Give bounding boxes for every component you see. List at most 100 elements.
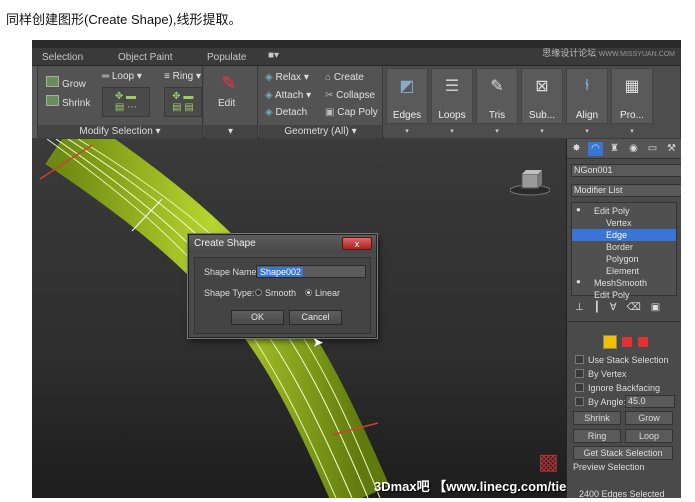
cap-poly-button[interactable]: ▣ Cap Poly xyxy=(325,107,378,118)
collapse-button[interactable]: ✂ Collapse xyxy=(325,90,375,101)
by-angle-checkbox[interactable] xyxy=(575,397,584,406)
shape-name-value: Shape002 xyxy=(258,267,304,277)
selection-status: 2400 Edges Selected xyxy=(579,489,665,498)
element-mode-icon[interactable] xyxy=(638,337,648,347)
linear-label[interactable]: Linear xyxy=(315,288,340,298)
cancel-button[interactable]: Cancel xyxy=(289,310,342,325)
properties-label: Pro... xyxy=(620,110,644,121)
shape-name-input[interactable]: Shape002 xyxy=(256,265,366,278)
by-vertex-checkbox[interactable] xyxy=(575,369,584,378)
detach-label: Detach xyxy=(275,107,308,118)
modify-selection-title[interactable]: Modify Selection ▾ xyxy=(38,125,202,138)
tris-icon: ✎ xyxy=(490,78,504,95)
tab-selection[interactable]: Selection xyxy=(42,52,83,63)
ring-tools-icon[interactable]: ✥ ▬ ▤ ▤ xyxy=(164,87,202,117)
display-tab-icon[interactable]: ▭ xyxy=(645,142,660,156)
shrink-button[interactable]: Shrink xyxy=(573,411,621,425)
motion-tab-icon[interactable]: ◉ xyxy=(626,142,641,156)
edges-button[interactable]: ◩ Edges ▾ xyxy=(386,68,428,135)
create-label: Create xyxy=(333,72,364,83)
geometry-title[interactable]: Geometry (All) ▾ xyxy=(259,125,382,138)
loops-dropdown-icon[interactable]: ▾ xyxy=(432,127,472,135)
properties-icon: ▦ xyxy=(624,78,640,95)
tab-more-icon[interactable]: ■▾ xyxy=(268,50,279,61)
relax-button[interactable]: ◈ Relax ▾ xyxy=(265,72,309,83)
align-dropdown-icon[interactable]: ▾ xyxy=(567,127,607,135)
mouse-cursor-icon: ➤ xyxy=(312,334,324,350)
geometry-title-text: Geometry (All) xyxy=(284,126,349,137)
shape-type-label: Shape Type: xyxy=(204,288,255,298)
ignore-backfacing-checkbox[interactable] xyxy=(575,383,584,392)
create-button[interactable]: ⌂ Create xyxy=(325,72,364,83)
loops-button[interactable]: ☰ Loops ▾ xyxy=(431,68,473,135)
by-angle-label: By Angle: xyxy=(588,397,627,407)
stack-item-border[interactable]: Border xyxy=(572,241,676,253)
edit-panel-arrow[interactable]: ▾ xyxy=(204,125,257,138)
stack-item-edit-poly-2[interactable]: Edit Poly xyxy=(572,289,676,301)
perspective-viewport[interactable]: ▩ 3Dmax吧 【www.linecg.com/tieba/1771】 Cre… xyxy=(32,139,566,498)
linear-radio[interactable] xyxy=(305,289,312,296)
stack-item-vertex[interactable]: Vertex xyxy=(572,217,676,229)
ring-button[interactable]: ≡ Ring ▾ xyxy=(164,71,201,82)
utilities-tab-icon[interactable]: ⚒ xyxy=(664,142,679,156)
loop-tools-icon[interactable]: ✥ ▬ ▤ ⋯ xyxy=(102,87,150,117)
edges-dropdown-icon[interactable]: ▾ xyxy=(387,127,427,135)
lightbulb-icon-2[interactable]: ● xyxy=(576,277,581,286)
tab-populate[interactable]: Populate xyxy=(207,52,246,63)
lightbulb-icon[interactable]: ● xyxy=(576,205,581,214)
hierarchy-tab-icon[interactable]: ♜ xyxy=(607,142,622,156)
angle-spinner[interactable]: 45.0 xyxy=(625,395,675,408)
edge-mode-icon[interactable] xyxy=(603,335,617,349)
forum-watermark: 思缘设计论坛 WWW.MISSYUAN.COM xyxy=(542,48,675,58)
grow-button[interactable]: Grow xyxy=(625,411,673,425)
align-icon: ⫮ xyxy=(584,77,590,94)
modifier-list-dropdown[interactable]: Modifier List xyxy=(571,184,681,197)
stack-item-polygon[interactable]: Polygon xyxy=(572,253,676,265)
align-button[interactable]: ⫮ Align ▾ xyxy=(566,68,608,135)
stack-tools-icons[interactable]: ⊥┃∀⌫▣ xyxy=(575,302,670,313)
subdivision-dropdown-icon[interactable]: ▾ xyxy=(522,127,562,135)
object-name-field[interactable]: NGon001 xyxy=(571,164,681,177)
caption-text: 同样创建图形(Create Shape),线形提取。 xyxy=(6,12,242,27)
tris-dropdown-icon[interactable]: ▾ xyxy=(477,127,517,135)
align-label: Align xyxy=(575,110,599,121)
edit-icon[interactable]: ✎ xyxy=(216,72,242,94)
tris-button[interactable]: ✎ Tris ▾ xyxy=(476,68,518,135)
grow-button[interactable]: Grow xyxy=(62,79,86,90)
properties-dropdown-icon[interactable]: ▾ xyxy=(612,127,652,135)
loop-button[interactable]: Loop xyxy=(625,429,673,443)
divider xyxy=(567,321,681,322)
use-stack-selection-checkbox[interactable] xyxy=(575,355,584,364)
edges-label: Edges xyxy=(392,110,422,121)
ok-button[interactable]: OK xyxy=(231,310,284,325)
tab-object-paint[interactable]: Object Paint xyxy=(118,52,172,63)
subdivision-button[interactable]: ⊠ Sub... ▾ xyxy=(521,68,563,135)
shrink-button[interactable]: Shrink xyxy=(62,98,90,109)
smooth-label[interactable]: Smooth xyxy=(265,288,296,298)
loops-icon: ☰ xyxy=(444,78,460,95)
stack-item-meshsmooth[interactable]: MeshSmooth xyxy=(572,277,676,289)
modify-tab-icon[interactable]: ◠ xyxy=(588,142,603,156)
ribbon: Grow Shrink ═ Loop ▾ ✥ ▬ ▤ ⋯ ≡ Ring ▾ ✥ ▬… xyxy=(32,66,681,138)
stack-item-edge[interactable]: Edge xyxy=(572,229,676,241)
attach-button[interactable]: ◈ Attach ▾ xyxy=(265,90,311,101)
smooth-radio[interactable] xyxy=(255,289,262,296)
ring-button[interactable]: Ring xyxy=(573,429,621,443)
tris-label: Tris xyxy=(488,110,506,121)
stack-item-edit-poly[interactable]: Edit Poly xyxy=(572,205,676,217)
close-button[interactable]: x xyxy=(342,237,372,250)
command-panel: ✸ ◠ ♜ ◉ ▭ ⚒ NGon001 Modifier List Edit P… xyxy=(566,139,681,498)
ring-label: Ring xyxy=(172,71,194,82)
grow-icon[interactable] xyxy=(46,76,59,87)
polygon-mode-icon[interactable] xyxy=(622,337,632,347)
loop-button[interactable]: ═ Loop ▾ xyxy=(102,71,142,82)
create-tab-icon[interactable]: ✸ xyxy=(569,142,584,156)
properties-button[interactable]: ▦ Pro... ▾ xyxy=(611,68,653,135)
shrink-icon[interactable] xyxy=(46,95,59,106)
edit-button[interactable]: Edit xyxy=(218,98,235,109)
by-vertex-label: By Vertex xyxy=(588,369,627,379)
stack-item-element[interactable]: Element xyxy=(572,265,676,277)
detach-button[interactable]: ◈ Detach xyxy=(265,107,307,118)
get-stack-selection-button[interactable]: Get Stack Selection xyxy=(573,446,673,460)
viewcube-icon[interactable] xyxy=(509,170,551,199)
